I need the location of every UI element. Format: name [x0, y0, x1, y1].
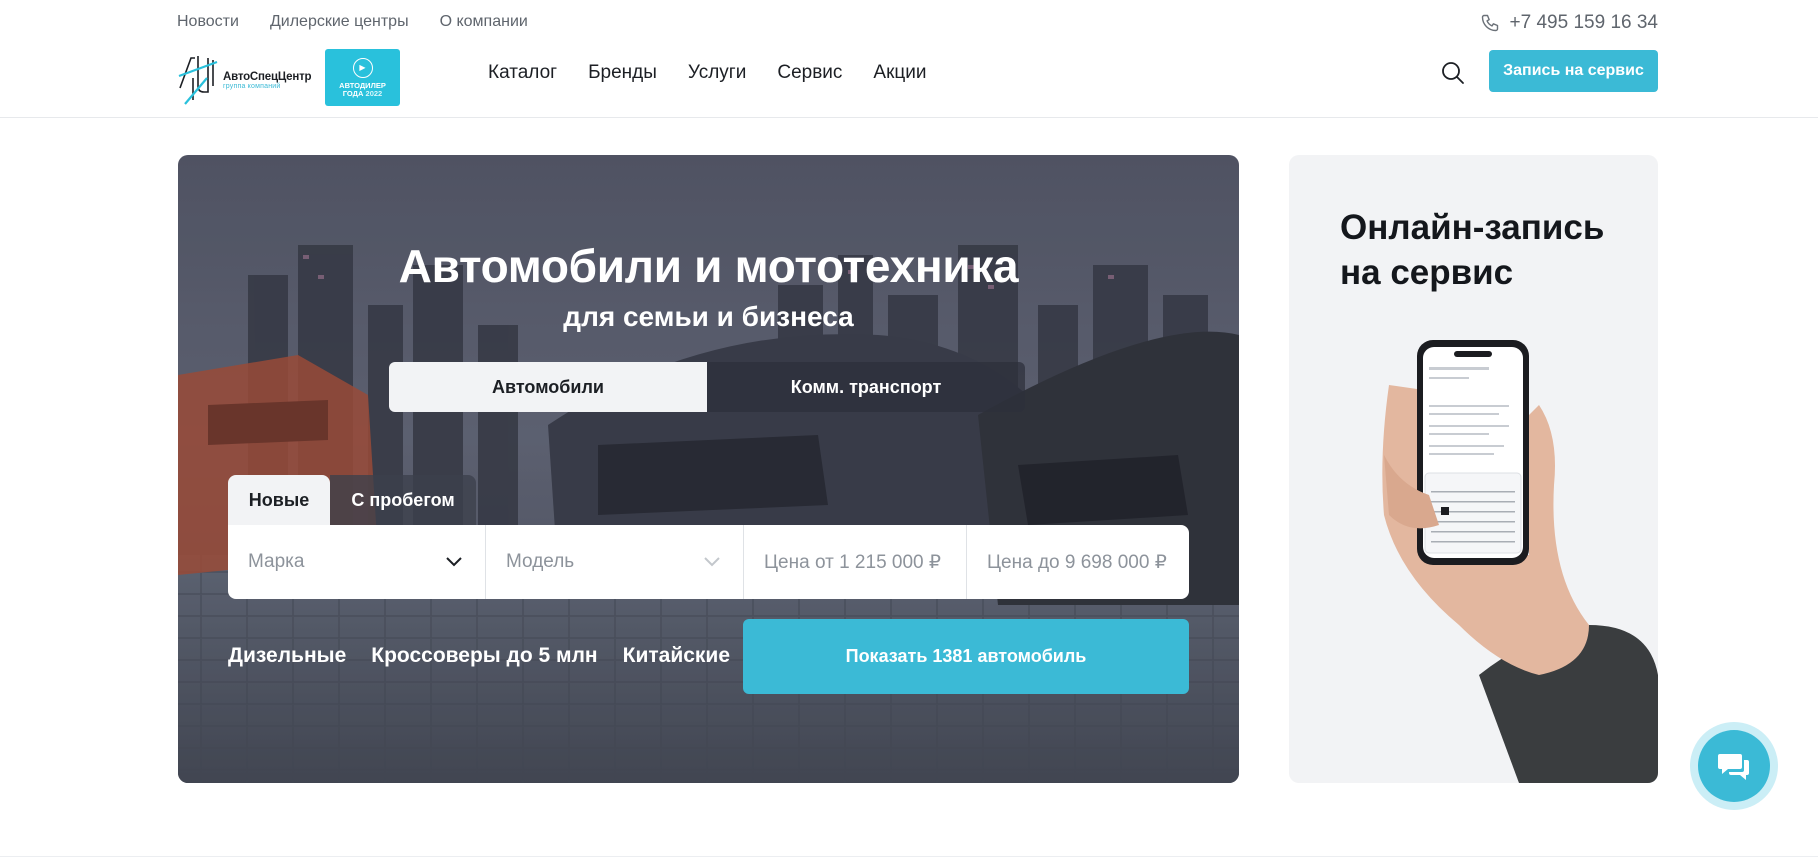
- search-icon[interactable]: [1440, 60, 1466, 86]
- top-link-about[interactable]: О компании: [440, 13, 528, 31]
- tab-new[interactable]: Новые: [228, 475, 330, 525]
- section-divider: [0, 856, 1818, 857]
- chevron-down-icon: [704, 557, 720, 567]
- nav-service[interactable]: Сервис: [777, 62, 842, 84]
- award-year: 2022: [365, 88, 383, 98]
- award-line-2: ГОДА: [342, 88, 364, 98]
- top-link-dealers[interactable]: Дилерские центры: [270, 13, 409, 31]
- hero-title: Автомобили и мототехника: [398, 240, 1019, 292]
- quick-link-chinese[interactable]: Китайские: [623, 644, 730, 668]
- logo-subtitle: группа компаний: [223, 82, 281, 90]
- price-to-placeholder: Цена до 9 698 000 ₽: [987, 551, 1167, 573]
- nav-promotions[interactable]: Акции: [873, 62, 926, 84]
- tab-commercial[interactable]: Комм. транспорт: [707, 362, 1025, 412]
- logo-name: АвтоСпецЦентр: [223, 70, 312, 83]
- phone-link[interactable]: +7 495 159 16 34: [1480, 12, 1658, 34]
- chevron-down-icon: [446, 557, 462, 567]
- online-booking-promo[interactable]: Онлайн-запись на сервис: [1289, 155, 1658, 783]
- hero-search: Автомобили и мототехника для семьи и биз…: [178, 155, 1239, 783]
- chat-widget-button[interactable]: [1690, 722, 1778, 810]
- price-from-input[interactable]: Цена от 1 215 000 ₽: [744, 525, 967, 599]
- nav-brands[interactable]: Бренды: [588, 62, 657, 84]
- brand-select[interactable]: Марка: [228, 525, 486, 599]
- service-booking-button[interactable]: Запись на сервис: [1489, 50, 1658, 92]
- main-nav: Каталог Бренды Услуги Сервис Акции: [488, 62, 927, 84]
- nav-services[interactable]: Услуги: [688, 62, 746, 84]
- top-links: Новости Дилерские центры О компании: [177, 13, 528, 31]
- promo-title: Онлайн-запись на сервис: [1340, 208, 1605, 292]
- phone-number: +7 495 159 16 34: [1509, 12, 1658, 33]
- brand-select-label: Марка: [248, 551, 305, 572]
- quick-link-diesel[interactable]: Дизельные: [228, 644, 346, 668]
- logo-mark-icon: [178, 56, 218, 105]
- top-link-news[interactable]: Новости: [177, 13, 239, 31]
- award-play-icon: ▶: [352, 57, 373, 78]
- site-logo[interactable]: АвтоСпецЦентр группа компаний: [177, 48, 312, 106]
- nav-catalog[interactable]: Каталог: [488, 62, 557, 84]
- quick-links: Дизельные Кроссоверы до 5 млн Китайские: [228, 644, 730, 668]
- tab-cars[interactable]: Автомобили: [389, 362, 707, 412]
- search-filters: Марка Модель Цена от 1 215 000 ₽ Цена до…: [228, 525, 1189, 599]
- hero-subtitle: для семьи и бизнеса: [563, 301, 854, 332]
- tab-used[interactable]: С пробегом: [330, 475, 476, 525]
- model-select[interactable]: Модель: [486, 525, 744, 599]
- site-header: Новости Дилерские центры О компании +7 4…: [0, 0, 1818, 118]
- condition-tabs: Новые С пробегом: [228, 475, 476, 525]
- phone-icon: [1481, 14, 1498, 32]
- award-badge[interactable]: ▶ АВТОДИЛЕР ГОДА 2022: [325, 49, 400, 106]
- chat-bubbles-icon: [1718, 754, 1749, 780]
- category-tabs: Автомобили Комм. транспорт: [389, 362, 1025, 412]
- price-from-placeholder: Цена от 1 215 000 ₽: [764, 551, 941, 573]
- price-to-input[interactable]: Цена до 9 698 000 ₽: [967, 525, 1189, 599]
- quick-link-crossovers[interactable]: Кроссоверы до 5 млн: [371, 644, 597, 668]
- model-select-label: Модель: [506, 551, 575, 572]
- show-results-button[interactable]: Показать 1381 автомобиль: [743, 619, 1189, 694]
